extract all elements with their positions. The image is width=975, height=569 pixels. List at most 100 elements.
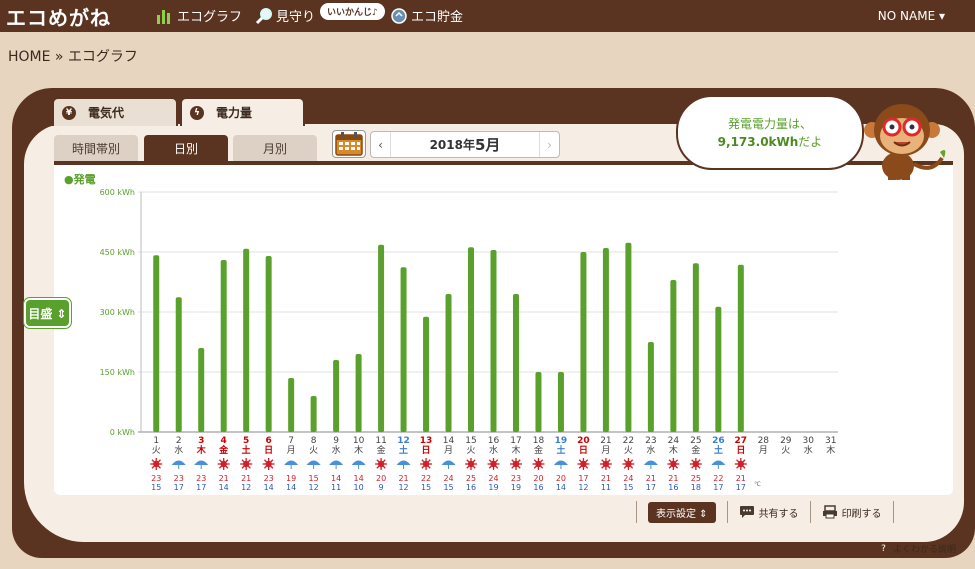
temp-low-label: 9	[379, 483, 384, 492]
temp-high-label: 23	[174, 474, 184, 483]
temp-low-label: 12	[398, 483, 408, 492]
magnifier-icon	[255, 7, 272, 24]
weekday-label: 日	[264, 445, 273, 456]
x-tick-label: 28	[758, 436, 770, 446]
temp-high-label: 19	[286, 474, 296, 483]
weekday-label: 月	[287, 445, 296, 456]
tab-electricity-cost[interactable]: ¥ 電気代	[52, 97, 178, 126]
x-tick-label: 8	[311, 436, 317, 446]
nav-watch[interactable]: 見守り	[255, 6, 315, 25]
sun-icon	[577, 458, 590, 470]
sun-icon	[375, 458, 388, 470]
x-tick-label: 5	[243, 436, 249, 446]
bar	[625, 242, 632, 432]
breadcrumb[interactable]: HOME » エコグラフ	[8, 46, 138, 66]
weekday-label: 土	[399, 444, 408, 456]
help-link[interactable]: ? よくわかる説明	[877, 542, 956, 555]
temp-high-label: 23	[196, 474, 206, 483]
temp-high-label: 21	[646, 474, 656, 483]
temp-low-label: 17	[196, 483, 206, 492]
bubble-amount: 9,173.0kWh	[717, 134, 799, 149]
bar	[198, 348, 205, 432]
x-tick-label: 15	[465, 436, 476, 446]
subtab-daily[interactable]: 日別	[144, 135, 228, 162]
weekday-label: 日	[736, 445, 745, 456]
nav-eco-graph[interactable]: エコグラフ	[156, 6, 242, 25]
date-year: 2018年	[429, 138, 475, 152]
chart-toolbar: 表示設定 ⇕ 共有する 印刷する	[636, 501, 894, 523]
x-tick-label: 30	[803, 436, 815, 446]
y-tick-label: 600 kWh	[100, 188, 135, 197]
temp-low-label: 16	[533, 483, 543, 492]
sun-icon	[689, 458, 702, 470]
coin-icon	[391, 7, 407, 24]
sun-icon	[262, 458, 275, 470]
app-logo[interactable]: エコめがね	[6, 2, 111, 31]
display-setting-button[interactable]: 表示設定 ⇕	[648, 501, 716, 523]
x-tick-label: 19	[555, 436, 568, 446]
temp-high-label: 25	[466, 474, 476, 483]
printer-icon	[822, 505, 837, 519]
y-tick-label: 0 kWh	[110, 428, 135, 437]
help-label: よくわかる説明	[893, 545, 957, 555]
x-tick-label: 22	[623, 436, 634, 446]
temp-low-label: 12	[309, 483, 319, 492]
sun-icon	[240, 458, 253, 470]
temp-low-label: 14	[556, 483, 566, 492]
scale-button[interactable]: 目盛 ⇕	[24, 298, 71, 328]
x-tick-label: 24	[668, 436, 680, 446]
nav-eco-savings-label: エコ貯金	[411, 10, 464, 25]
nav-eco-savings[interactable]: エコ貯金	[390, 6, 463, 25]
prev-month-button[interactable]: ‹	[371, 132, 391, 157]
calendar-icon	[335, 132, 363, 156]
sun-icon	[487, 458, 500, 470]
weekday-label: 金	[218, 444, 229, 456]
x-tick-label: 29	[780, 436, 792, 446]
tab-electricity-amount[interactable]: ϟ 電力量	[180, 97, 305, 126]
bar	[557, 372, 564, 432]
x-tick-label: 27	[735, 436, 748, 446]
temp-low-label: 10	[354, 483, 364, 492]
bar	[737, 264, 744, 432]
weekday-label: 月	[759, 445, 768, 456]
calendar-button[interactable]	[332, 130, 366, 158]
x-tick-label: 18	[533, 436, 545, 446]
x-tick-label: 11	[375, 436, 386, 446]
current-date-label: 2018年 5月	[391, 132, 539, 157]
bar	[333, 360, 340, 432]
y-tick-label: 450 kWh	[100, 248, 135, 257]
share-button[interactable]: 共有する	[726, 501, 810, 523]
weekday-label: 水	[489, 444, 498, 456]
weekday-label: 金	[534, 444, 543, 456]
speech-bubble: 発電電力量は、 9,173.0kWhだよ	[676, 95, 864, 170]
x-tick-label: 13	[420, 436, 433, 446]
x-tick-label: 23	[645, 436, 656, 446]
sun-icon	[667, 458, 680, 470]
temp-high-label: 22	[713, 474, 723, 483]
weekday-label: 木	[511, 444, 520, 456]
temp-low-label: 16	[668, 483, 678, 492]
next-month-button[interactable]: ›	[539, 132, 559, 157]
bar	[512, 294, 519, 432]
temp-low-label: 16	[466, 483, 476, 492]
temp-low-label: 15	[421, 483, 431, 492]
user-menu[interactable]: NO NAME ▾	[878, 9, 945, 23]
subtab-monthly[interactable]: 月別	[233, 135, 317, 162]
bar	[310, 396, 317, 432]
weekday-label: 木	[826, 444, 835, 456]
weekday-label: 月	[601, 445, 610, 456]
bar	[288, 378, 295, 432]
bar	[670, 280, 677, 432]
sun-icon	[599, 458, 612, 470]
temp-high-label: 21	[601, 474, 611, 483]
subtab-hourly[interactable]: 時間帯別	[54, 135, 138, 162]
display-setting-group: 表示設定 ⇕	[636, 501, 727, 523]
daily-generation-chart: 0 kWh150 kWh300 kWh450 kWh600 kWh1火23152…	[100, 188, 838, 492]
weekday-label: 土	[714, 444, 723, 456]
bubble-line1: 発電電力量は、	[727, 116, 812, 131]
print-button[interactable]: 印刷する	[809, 501, 894, 523]
bar	[647, 342, 654, 432]
bar	[715, 306, 722, 432]
weekday-label: 土	[242, 444, 251, 456]
temp-unit-label: ℃	[754, 481, 761, 488]
